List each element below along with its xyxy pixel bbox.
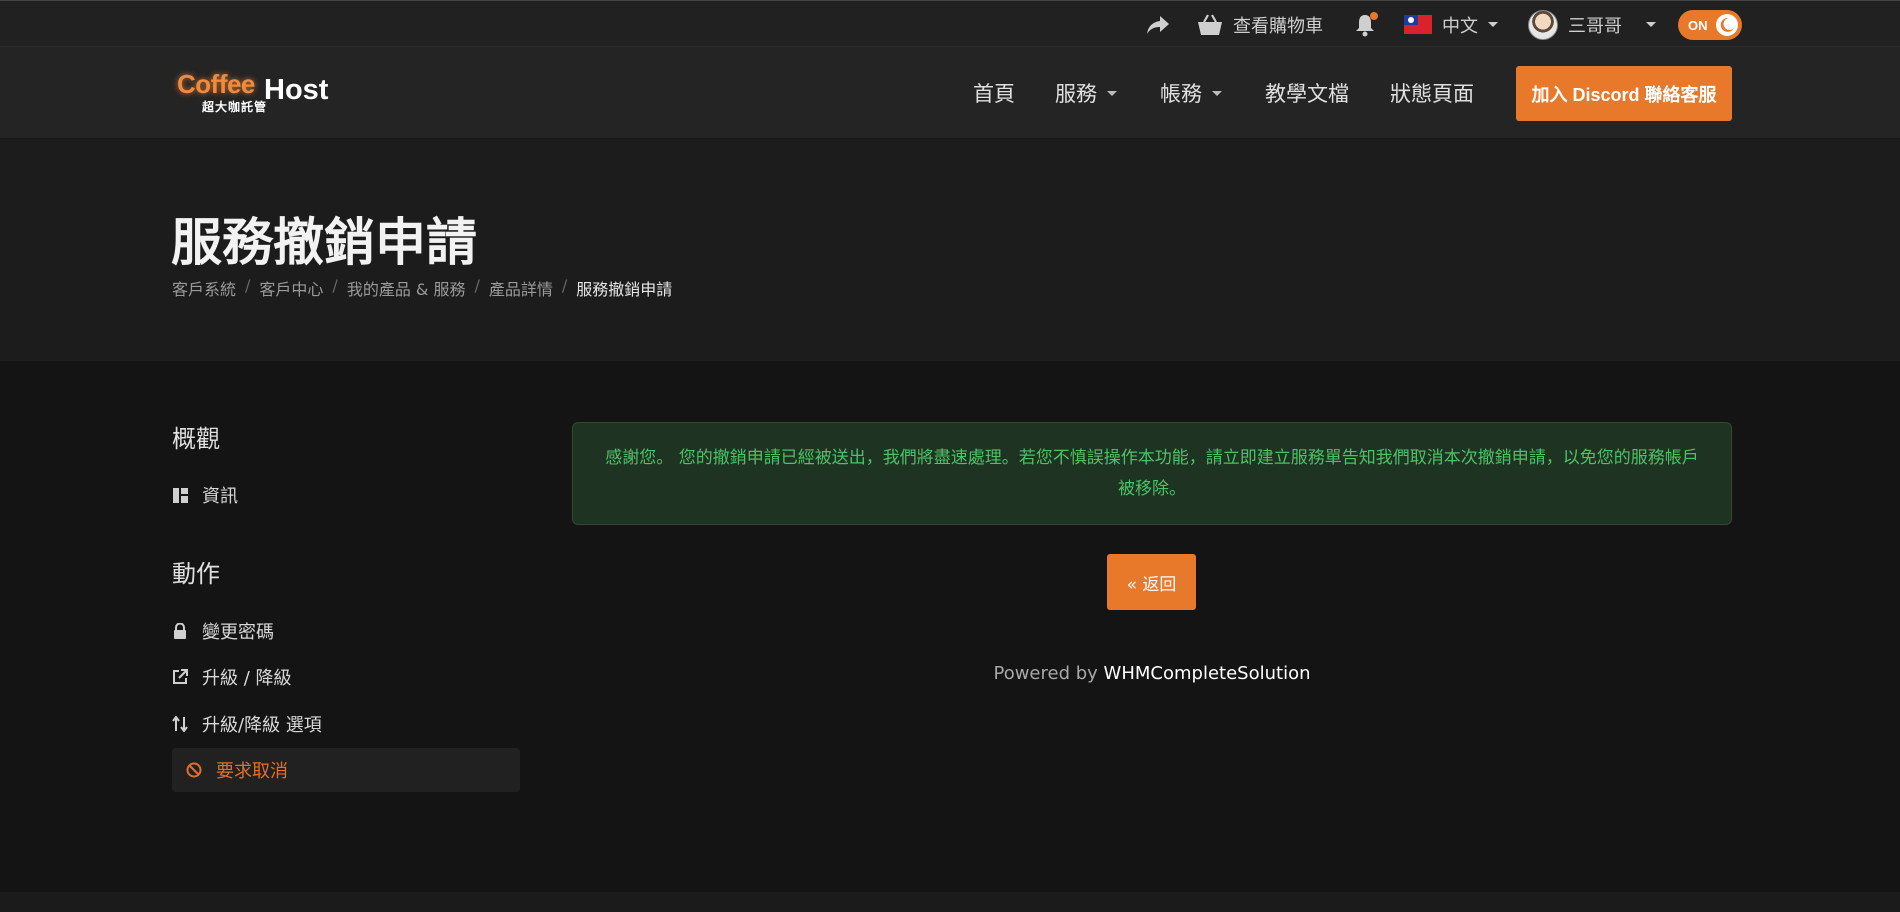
sidebar-heading-overview: 概觀 — [172, 425, 220, 453]
breadcrumb-item[interactable]: 產品詳情 — [489, 276, 553, 300]
nav-services[interactable]: 服務 — [1055, 47, 1117, 139]
sidebar-heading-actions: 動作 — [172, 560, 220, 588]
sidebar-item-change-password[interactable]: 變更密碼 — [172, 609, 520, 653]
breadcrumb-current: 服務撤銷申請 — [576, 280, 673, 299]
language-selector[interactable]: 中文 — [1404, 1, 1498, 48]
nav-docs[interactable]: 教學文檔 — [1265, 47, 1349, 139]
breadcrumb-item[interactable]: 我的產品 & 服務 — [347, 276, 466, 300]
sidebar-item-label: 升級/降級 選項 — [202, 715, 322, 736]
dashboard-icon — [172, 487, 188, 503]
sidebar-item-request-cancel[interactable]: 要求取消 — [172, 748, 520, 792]
breadcrumb-separator: / — [332, 276, 338, 295]
back-button[interactable]: « 返回 — [1107, 554, 1196, 610]
theme-toggle[interactable]: ON — [1678, 10, 1742, 40]
footer-strip — [0, 892, 1900, 912]
sidebar-item-label: 變更密碼 — [202, 622, 274, 643]
nav-billing[interactable]: 帳務 — [1160, 47, 1222, 139]
powered-prefix: Powered by — [993, 663, 1098, 684]
powered-by: Powered by WHMCompleteSolution — [0, 663, 1900, 684]
sidebar-item-info[interactable]: 資訊 — [172, 473, 520, 517]
sidebar-item-label: 要求取消 — [216, 761, 288, 782]
logo-host-text: Host — [264, 74, 329, 106]
success-alert: 感謝您。 您的撤銷申請已經被送出，我們將盡速處理。若您不慎誤操作本功能，請立即建… — [572, 422, 1732, 525]
notification-dot — [1370, 12, 1378, 20]
arrows-updown-icon — [172, 716, 188, 732]
chevron-down-icon — [1488, 22, 1498, 27]
nav-home-label: 首頁 — [973, 82, 1015, 106]
moon-icon — [1716, 14, 1738, 36]
nav-docs-label: 教學文檔 — [1265, 82, 1349, 106]
site-logo[interactable]: Coffee Host 超大咖託管 — [174, 69, 334, 119]
lock-icon — [172, 623, 188, 639]
chevron-down-icon — [1646, 22, 1656, 27]
breadcrumb-separator: / — [474, 276, 480, 295]
ban-icon — [186, 762, 202, 778]
nav-status[interactable]: 狀態頁面 — [1390, 47, 1474, 139]
breadcrumb: 客戶系統 / 客戶中心 / 我的產品 & 服務 / 產品詳情 / 服務撤銷申請 — [172, 276, 672, 300]
content-area: 概觀 資訊 動作 變更密碼 升級 / 降級 升級/降級 選項 要求取消 感謝您。… — [0, 361, 1900, 892]
page-title: 服務撤銷申請 — [171, 214, 478, 273]
main-navbar: Coffee Host 超大咖託管 首頁 服務 帳務 教學文檔 狀態頁面 加入 … — [0, 47, 1900, 139]
user-menu[interactable]: 三哥哥 — [1528, 1, 1656, 48]
top-utility-bar: 查看購物車 中文 三哥哥 ON — [0, 0, 1900, 47]
logo-coffee-text: Coffee — [177, 69, 255, 99]
breadcrumb-separator: / — [245, 276, 251, 295]
powered-brand-link[interactable]: WHMCompleteSolution — [1104, 663, 1311, 684]
language-label: 中文 — [1442, 15, 1478, 37]
sidebar-item-label: 資訊 — [202, 486, 238, 507]
nav-home[interactable]: 首頁 — [973, 47, 1015, 139]
avatar — [1528, 9, 1558, 40]
notifications-button[interactable] — [1352, 1, 1378, 48]
chevron-down-icon — [1107, 90, 1117, 96]
join-discord-button[interactable]: 加入 Discord 聯絡客服 — [1516, 66, 1732, 121]
nav-services-label: 服務 — [1055, 82, 1097, 106]
theme-toggle-label: ON — [1688, 17, 1708, 33]
logo-subtitle: 超大咖託管 — [202, 100, 268, 114]
breadcrumb-item[interactable]: 客戶系統 — [172, 276, 236, 300]
view-cart-link[interactable]: 查看購物車 — [1197, 1, 1323, 48]
taiwan-flag-icon — [1404, 15, 1432, 34]
breadcrumb-separator: / — [561, 276, 568, 295]
nav-billing-label: 帳務 — [1160, 82, 1202, 106]
breadcrumb-item[interactable]: 客戶中心 — [259, 276, 323, 300]
sidebar-item-upgrade-options[interactable]: 升級/降級 選項 — [172, 702, 520, 746]
share-button[interactable] — [1143, 1, 1173, 48]
basket-icon — [1198, 13, 1222, 35]
nav-status-label: 狀態頁面 — [1390, 82, 1474, 106]
username-label: 三哥哥 — [1568, 15, 1622, 37]
share-icon — [1147, 15, 1169, 34]
page-header: 服務撤銷申請 客戶系統 / 客戶中心 / 我的產品 & 服務 / 產品詳情 / … — [0, 139, 1900, 361]
view-cart-label: 查看購物車 — [1233, 15, 1323, 37]
chevron-down-icon — [1212, 90, 1222, 96]
